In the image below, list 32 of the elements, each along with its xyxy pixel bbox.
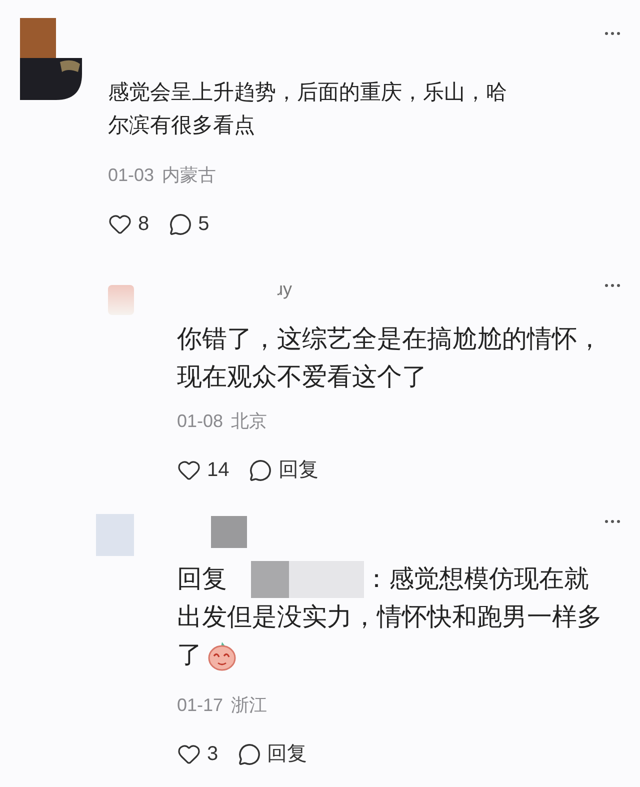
more-options-icon[interactable] [605,520,620,523]
avatar [108,285,134,315]
comment-text: 出发但是没实力，情怀快和跑男一样多 [177,602,602,633]
like-button[interactable]: 8 [108,209,150,239]
reply-button[interactable]: 5 [169,209,210,239]
comment-icon [238,742,262,766]
comment-date: 01-17 [177,694,224,717]
more-options-icon[interactable] [605,284,620,287]
comment-date: 01-08 [177,410,224,433]
comment-date: 01-03 [108,164,154,187]
like-button[interactable]: 3 [177,739,218,769]
comment-text: 了 [177,640,202,671]
reply-button[interactable]: 回复 [249,455,318,485]
comment-text: 你错了，这综艺全是在搞尬尬的情怀， [177,324,602,355]
reply-button[interactable]: 回复 [238,739,308,769]
comment-location: 内蒙古 [162,164,216,187]
heart-icon [108,212,132,236]
reply-label: 回复 [177,564,227,595]
comment-text: 现在观众不爱看这个了 [177,362,427,393]
avatar [96,514,134,556]
like-button[interactable]: 14 [177,455,230,485]
heart-icon [177,742,201,766]
comment-text: 感觉会呈上升趋势，后面的重庆，乐山，哈 [108,80,507,106]
comment-text: ：感觉想模仿现在就 [364,564,589,595]
comment-location: 北京 [231,410,268,433]
comment-icon [169,212,192,236]
username[interactable]: ɹy [277,280,292,298]
comment-icon [249,458,272,482]
comment-location: 浙江 [231,694,268,717]
heart-icon [177,458,201,482]
comment-text: 尔滨有很多看点 [108,113,255,139]
more-options-icon[interactable] [605,32,620,35]
